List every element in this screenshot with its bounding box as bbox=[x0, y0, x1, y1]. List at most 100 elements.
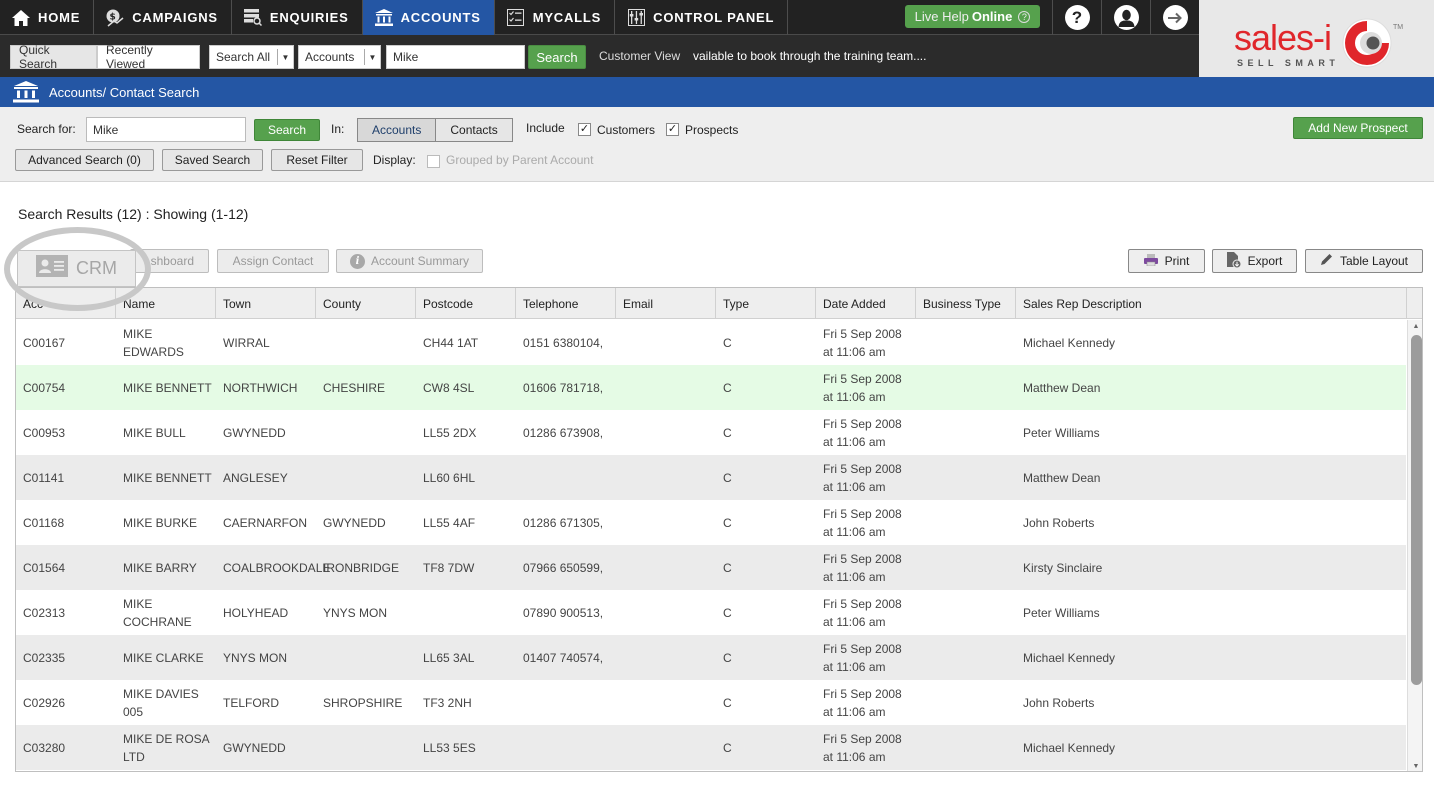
nav-enquiries[interactable]: ENQUIRIES bbox=[232, 0, 363, 35]
cell-sales-rep: Kirsty Sinclaire bbox=[1023, 560, 1103, 575]
accounts-icon bbox=[374, 8, 394, 28]
help-button[interactable]: ? bbox=[1052, 0, 1101, 35]
table-header: Acc Name Town County Postcode Telephone … bbox=[16, 288, 1406, 319]
account-summary-button[interactable]: i Account Summary bbox=[336, 249, 483, 273]
cell-postcode bbox=[416, 590, 516, 635]
cell-town: WIRRAL bbox=[223, 335, 270, 350]
mycalls-icon bbox=[506, 8, 526, 28]
cell-sales-rep: Michael Kennedy bbox=[1023, 650, 1116, 665]
cell-sales-rep: John Roberts bbox=[1023, 695, 1095, 710]
cell-email bbox=[616, 410, 716, 455]
cell-county: YNYS MON bbox=[323, 605, 388, 620]
cell-town: COALBROOKDALE bbox=[223, 560, 331, 575]
customers-checkbox[interactable]: ✓ bbox=[578, 123, 591, 136]
table-row[interactable]: C02313 MIKE COCHRANE HOLYHEAD YNYS MON 07890… bbox=[16, 590, 1406, 635]
table-row[interactable]: C02926 MIKE DAVIES 005 TELFORD SHROPSHIRE TF… bbox=[16, 680, 1406, 725]
search-filter-panel: Search for: Search In: Accounts Contacts… bbox=[0, 107, 1434, 182]
cell-date-added: Fri 5 Sep 2008 at 11:06 am bbox=[823, 596, 902, 629]
table-layout-button[interactable]: Table Layout bbox=[1305, 249, 1423, 273]
column-header-telephone[interactable]: Telephone bbox=[516, 288, 616, 319]
nav-accounts[interactable]: ACCOUNTS bbox=[362, 0, 495, 35]
quick-search-bar: Quick Search Recently Viewed Search All … bbox=[0, 36, 1199, 77]
export-file-icon bbox=[1226, 251, 1242, 271]
cell-business-type bbox=[916, 725, 1016, 770]
cell-postcode: LL55 2DX bbox=[423, 425, 477, 440]
cell-email bbox=[616, 680, 716, 725]
cell-postcode: LL55 4AF bbox=[423, 515, 476, 530]
export-button[interactable]: Export bbox=[1212, 249, 1297, 273]
vertical-scrollbar[interactable]: ▲ ▼ bbox=[1407, 320, 1422, 771]
column-header-email[interactable]: Email bbox=[616, 288, 716, 319]
cell-business-type bbox=[916, 320, 1016, 365]
cell-email bbox=[616, 455, 716, 500]
user-profile-button[interactable] bbox=[1101, 0, 1150, 35]
logout-button[interactable] bbox=[1150, 0, 1199, 35]
column-header-business-type[interactable]: Business Type bbox=[916, 288, 1016, 319]
saved-search-button[interactable]: Saved Search bbox=[162, 149, 263, 171]
advanced-search-button[interactable]: Advanced Search (0) bbox=[15, 149, 154, 171]
enquiries-icon bbox=[243, 8, 263, 28]
nav-home[interactable]: HOME bbox=[0, 0, 95, 35]
add-new-prospect-button[interactable]: Add New Prospect bbox=[1293, 117, 1423, 139]
nav-control-panel[interactable]: CONTROL PANEL bbox=[615, 0, 789, 35]
table-row[interactable]: C00953 MIKE BULL GWYNEDD LL55 2DX 01286 6739… bbox=[16, 410, 1406, 455]
table-row[interactable]: C02335 MIKE CLARKE YNYS MON LL65 3AL 01407 7… bbox=[16, 635, 1406, 680]
quick-search-input[interactable] bbox=[386, 45, 525, 69]
checkmark-icon: ✓ bbox=[579, 123, 590, 135]
nav-campaigns[interactable]: $ CAMPAIGNS bbox=[94, 0, 232, 35]
search-scope-value: Search All bbox=[216, 50, 271, 64]
column-header-name[interactable]: Name bbox=[116, 288, 216, 319]
table-layout-label: Table Layout bbox=[1339, 254, 1409, 268]
scroll-down-arrow-icon[interactable]: ▼ bbox=[1408, 760, 1422, 771]
quick-search-button[interactable]: Search bbox=[528, 45, 586, 69]
grouped-by-parent-checkbox[interactable] bbox=[427, 155, 440, 168]
scrollbar-thumb[interactable] bbox=[1411, 335, 1422, 685]
column-header-date-added[interactable]: Date Added bbox=[816, 288, 916, 319]
cell-account: C01564 bbox=[23, 560, 66, 575]
cell-account: C02926 bbox=[23, 695, 66, 710]
prospects-checkbox[interactable]: ✓ bbox=[666, 123, 679, 136]
assign-contact-button[interactable]: Assign Contact bbox=[217, 249, 329, 273]
table-row[interactable]: C00754 MIKE BENNETT NORTHWICH CHESHIRE CW8 4… bbox=[16, 365, 1406, 410]
cell-town: GWYNEDD bbox=[223, 740, 286, 755]
search-type-value: Accounts bbox=[305, 50, 355, 64]
print-button[interactable]: Print bbox=[1128, 249, 1205, 273]
dashboard-button[interactable]: shboard bbox=[130, 249, 209, 273]
search-scope-select[interactable]: Search All ▼ bbox=[209, 45, 294, 69]
table-row[interactable]: C03280 MIKE DE ROSA LTD GWYNEDD LL53 5ES C Fr… bbox=[16, 725, 1406, 770]
cell-town: TELFORD bbox=[223, 695, 280, 710]
in-label: In: bbox=[331, 122, 345, 136]
nav-mycalls[interactable]: MYCALLS bbox=[495, 0, 616, 35]
column-header-account[interactable]: Acc bbox=[16, 288, 116, 319]
customer-view-link[interactable]: Customer View bbox=[599, 49, 680, 63]
search-for-input[interactable] bbox=[86, 117, 246, 142]
in-contacts-button[interactable]: Contacts bbox=[436, 118, 513, 142]
recently-viewed-tab[interactable]: Recently Viewed bbox=[97, 43, 200, 71]
page-title-bar: Accounts/ Contact Search bbox=[0, 77, 1434, 107]
table-row[interactable]: C00167 MIKE EDWARDS WIRRAL CH44 1AT 0151 638… bbox=[16, 320, 1406, 365]
in-accounts-button[interactable]: Accounts bbox=[357, 118, 437, 142]
search-type-select[interactable]: Accounts ▼ bbox=[298, 45, 381, 69]
column-header-postcode[interactable]: Postcode bbox=[416, 288, 516, 319]
crm-button[interactable]: CRM bbox=[17, 250, 136, 287]
cell-sales-rep: Matthew Dean bbox=[1023, 470, 1101, 485]
quick-search-tab[interactable]: Quick Search bbox=[10, 43, 97, 71]
cell-business-type bbox=[916, 545, 1016, 590]
table-row[interactable]: C01564 MIKE BARRY COALBROOKDALE IRONBRIDGE T… bbox=[16, 545, 1406, 590]
column-header-type[interactable]: Type bbox=[716, 288, 816, 319]
column-header-county[interactable]: County bbox=[316, 288, 416, 319]
table-row[interactable]: C01168 MIKE BURKE CAERNARFON GWYNEDD LL55 4A… bbox=[16, 500, 1406, 545]
cell-type: C bbox=[723, 335, 732, 350]
checkmark-icon: ✓ bbox=[667, 123, 678, 135]
cell-telephone: 07966 650599, bbox=[523, 560, 604, 575]
column-header-sales-rep[interactable]: Sales Rep Description bbox=[1016, 288, 1406, 319]
reset-filter-button[interactable]: Reset Filter bbox=[271, 149, 363, 171]
scroll-up-arrow-icon[interactable]: ▲ bbox=[1408, 320, 1422, 332]
cell-type: C bbox=[723, 380, 732, 395]
svg-text:SELL SMART: SELL SMART bbox=[1237, 58, 1339, 68]
search-button[interactable]: Search bbox=[254, 119, 320, 141]
table-row[interactable]: C01141 MIKE BENNETT ANGLESEY LL60 6HL C Fri 5… bbox=[16, 455, 1406, 500]
live-help-button[interactable]: Live Help Online ? bbox=[905, 5, 1040, 28]
control-panel-icon bbox=[626, 8, 646, 28]
column-header-town[interactable]: Town bbox=[216, 288, 316, 319]
